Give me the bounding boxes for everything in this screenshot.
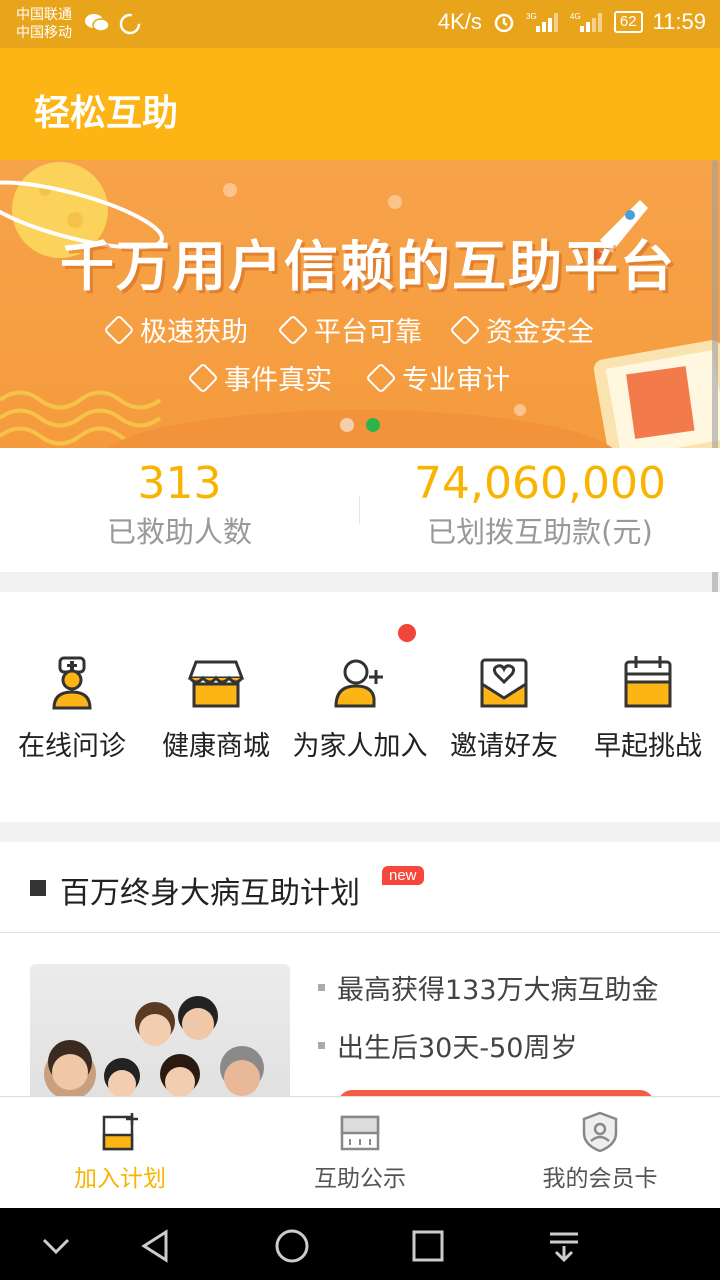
carousel-dot[interactable]	[340, 418, 354, 432]
bullet-text: 最高获得133万大病互助金	[337, 975, 659, 1006]
page-title: 轻松互助	[34, 93, 179, 134]
notification-dot	[398, 624, 416, 642]
carousel-dots	[340, 418, 380, 432]
banner-feature: 平台可靠	[277, 310, 422, 349]
bullet-marker	[318, 984, 325, 991]
recent-apps-icon[interactable]	[408, 1226, 448, 1266]
notification-pulldown-icon[interactable]	[544, 1226, 584, 1266]
clock: 11:59	[652, 9, 706, 34]
shop-icon	[187, 660, 245, 708]
banner-feature: 事件真实	[187, 358, 332, 397]
feature-badge-icon	[365, 361, 397, 394]
feature-badge-icon	[187, 361, 219, 394]
banner-decoration	[0, 162, 720, 448]
app-bar: 轻松互助	[0, 48, 720, 160]
plan-title: 百万终身大病互助计划	[60, 876, 360, 911]
section-marker	[30, 880, 46, 896]
carousel-dot-active[interactable]	[366, 418, 380, 432]
stat-funds: 74,060,000 已划拨互助款(元)	[360, 458, 720, 554]
carrier-2: 中国移动	[16, 24, 72, 40]
stat-value: 313	[137, 458, 222, 509]
quick-action-label: 健康商城	[162, 731, 270, 762]
signal-label-2: 4G	[570, 12, 581, 21]
feature-label: 平台可靠	[314, 317, 422, 348]
wechat-icon	[85, 14, 110, 32]
battery-indicator: 62	[613, 11, 643, 33]
quick-action-label: 邀请好友	[450, 731, 558, 762]
carrier-1: 中国联通	[16, 6, 72, 22]
banner-feature: 极速获助	[103, 310, 248, 349]
invite-envelope-icon	[480, 658, 528, 708]
feature-label: 资金安全	[486, 317, 594, 348]
bottom-tab-bar: 加入计划 互助公示 我的会员卡	[0, 1096, 720, 1209]
quick-action-early-rise-challenge[interactable]: 早起挑战	[576, 652, 720, 763]
home-icon[interactable]	[272, 1226, 312, 1266]
join-plan-icon	[102, 1113, 138, 1151]
feature-label: 事件真实	[224, 365, 332, 396]
feature-label: 专业审计	[402, 365, 510, 396]
quick-action-label: 早起挑战	[594, 731, 702, 762]
stat-label: 已救助人数	[106, 515, 252, 549]
add-user-icon	[334, 659, 383, 708]
announcement-icon	[340, 1115, 380, 1151]
tab-mutual-aid-announcement[interactable]: 互助公示	[240, 1111, 480, 1193]
signal-label-1: 3G	[526, 12, 537, 21]
tab-label: 互助公示	[314, 1166, 406, 1192]
signal-icon-2: 4G	[570, 12, 602, 32]
back-icon[interactable]	[136, 1226, 176, 1266]
scrollbar[interactable]	[712, 160, 718, 650]
loading-icon	[119, 13, 141, 35]
tab-join-plan[interactable]: 加入计划	[0, 1111, 240, 1193]
quick-action-label: 在线问诊	[18, 731, 126, 762]
plan-card[interactable]: 百万终身大病互助计划 new 最高获得133万大病互助金 出生后30天-50周岁	[0, 842, 720, 1120]
plan-header: 百万终身大病互助计划 new	[0, 842, 720, 933]
member-card-icon	[582, 1111, 618, 1153]
promo-banner[interactable]: 千万用户信赖的互助平台 极速获助 平台可靠 资金安全 事件真实 专业审计	[0, 160, 720, 448]
bullet-marker	[318, 1042, 325, 1049]
tab-member-card[interactable]: 我的会员卡	[480, 1111, 720, 1193]
plan-bullet: 最高获得133万大病互助金	[318, 968, 659, 1007]
quick-action-health-mall[interactable]: 健康商城	[144, 652, 288, 763]
signal-icon: 3G	[526, 12, 558, 32]
carrier-info: 中国联通 中国移动	[16, 5, 72, 41]
quick-action-label: 为家人加入	[292, 731, 428, 762]
stats-panel: 313 已救助人数 74,060,000 已划拨互助款(元)	[0, 448, 720, 572]
feature-label: 极速获助	[140, 317, 248, 348]
tab-label: 加入计划	[74, 1166, 166, 1192]
feature-badge-icon	[103, 313, 135, 346]
doctor-icon	[52, 656, 92, 710]
feature-badge-icon	[277, 313, 309, 346]
stat-rescued: 313 已救助人数	[0, 458, 359, 554]
chevron-down-icon[interactable]	[36, 1226, 76, 1266]
quick-actions: 在线问诊 健康商城 为家人加入 邀请好友 早起挑战	[0, 592, 720, 822]
quick-action-online-consult[interactable]: 在线问诊	[0, 652, 144, 763]
network-speed: 4K/s	[437, 9, 482, 34]
quick-action-invite-friends[interactable]: 邀请好友	[432, 652, 576, 763]
plan-bullet: 出生后30天-50周岁	[318, 1026, 577, 1065]
banner-headline: 千万用户信赖的互助平台	[60, 235, 676, 298]
stat-value: 74,060,000	[414, 458, 666, 509]
system-nav-bar	[0, 1208, 720, 1280]
feature-badge-icon	[449, 313, 481, 346]
banner-feature: 资金安全	[449, 310, 594, 349]
status-bar: 中国联通 中国移动 4K/s 3G 4G 62 11:59	[0, 0, 720, 48]
family-photo-illustration	[44, 996, 264, 1100]
banner-feature: 专业审计	[365, 358, 510, 397]
calendar-icon	[624, 656, 672, 708]
alarm-icon	[494, 13, 514, 33]
bullet-text: 出生后30天-50周岁	[337, 1033, 578, 1064]
family-photo	[30, 964, 290, 1104]
stat-label: 已划拨互助款(元)	[427, 515, 653, 549]
tab-label: 我的会员卡	[542, 1166, 658, 1192]
new-badge: new	[382, 866, 424, 885]
quick-action-add-family[interactable]: 为家人加入	[288, 652, 432, 763]
